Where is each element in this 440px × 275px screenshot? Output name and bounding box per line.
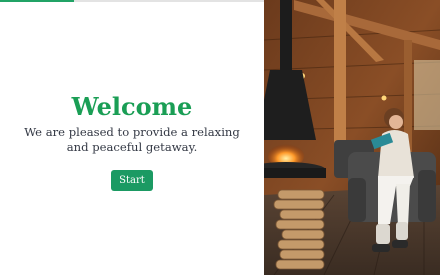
start-button[interactable]: Start: [111, 170, 153, 191]
welcome-screen: Welcome We are pleased to provide a rela…: [0, 0, 440, 275]
cabin-interior-photo: [264, 0, 440, 275]
welcome-panel: Welcome We are pleased to provide a rela…: [0, 2, 264, 275]
welcome-subtitle: We are pleased to provide a relaxing and…: [24, 125, 240, 154]
welcome-title: Welcome: [71, 92, 193, 121]
